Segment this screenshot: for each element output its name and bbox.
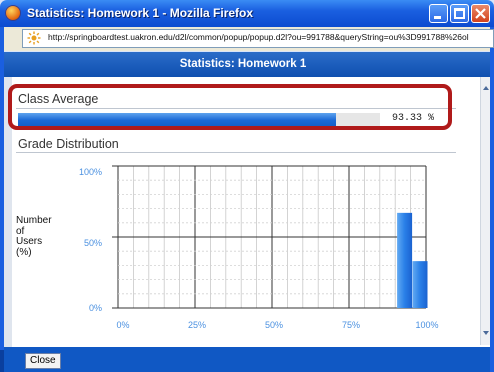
x-tick-label: 50% [264, 320, 283, 330]
window-title: Statistics: Homework 1 - Mozilla Firefox [27, 6, 254, 20]
window-titlebar[interactable]: Statistics: Homework 1 - Mozilla Firefox [0, 0, 494, 27]
x-tick-label: 25% [187, 320, 206, 330]
footer-bar [4, 347, 490, 372]
background-edge [0, 350, 4, 372]
x-tick-label: 0% [116, 320, 130, 330]
chart-bars [397, 212, 428, 308]
section-divider [16, 152, 456, 153]
y-tick-label: 50% [83, 238, 102, 248]
chart-bar [412, 261, 428, 308]
firefox-icon [5, 5, 21, 21]
y-axis-label-line: Users [16, 236, 43, 247]
close-icon [475, 8, 486, 19]
highlight-annotation-box [8, 84, 452, 130]
close-button[interactable]: Close [25, 353, 61, 369]
y-tick-label: 100% [78, 167, 102, 177]
vertical-scrollbar[interactable] [480, 77, 490, 345]
y-tick-label: 0% [88, 303, 102, 313]
grade-distribution-chart [112, 165, 428, 309]
close-window-button[interactable] [471, 4, 490, 23]
minimize-button[interactable] [429, 4, 448, 23]
x-tick-label: 75% [341, 320, 360, 330]
window-frame-right [490, 27, 494, 372]
grade-distribution-label: Grade Distribution [18, 137, 119, 151]
chart-grid [112, 165, 427, 309]
y-axis-label: Number of Users (%) [16, 215, 52, 258]
y-axis-label-line: (%) [16, 246, 32, 258]
maximize-button[interactable] [450, 4, 469, 23]
page-title: Statistics: Homework 1 [179, 58, 307, 70]
site-icon [27, 31, 41, 45]
chart-bar [397, 212, 413, 308]
url-text: http://springboardtest.uakron.edu/d2l/co… [48, 32, 469, 42]
x-tick-label: 100% [415, 320, 439, 330]
y-axis-label-line: Number [16, 215, 52, 226]
scroll-down-arrow-icon[interactable] [483, 331, 489, 335]
scroll-up-arrow-icon[interactable] [483, 86, 489, 90]
